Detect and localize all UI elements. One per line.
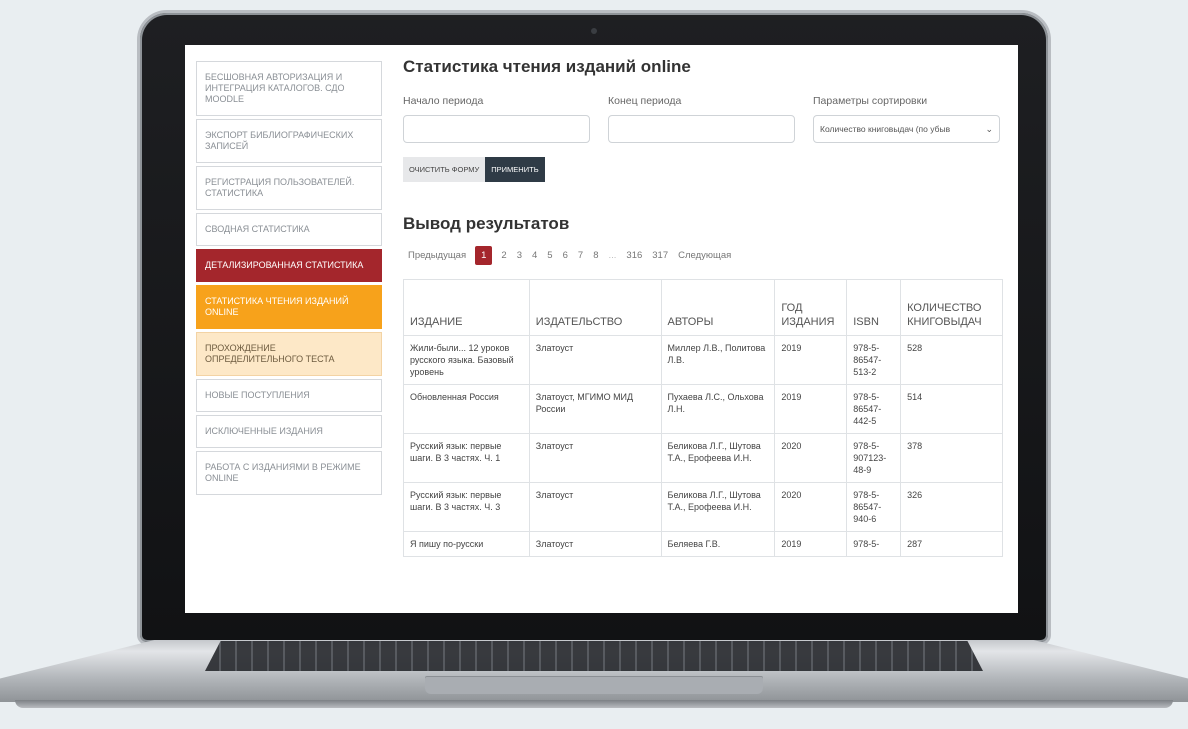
chevron-down-icon: ⌄ xyxy=(985,123,993,134)
cell-authors: Беликова Л.Г., Шутова Т.А., Ерофеева И.Н… xyxy=(660,482,776,532)
table-row: Обновленная Россия Златоуст, МГИМО МИД Р… xyxy=(403,384,1003,434)
cell-isbn: 978-5-86547-940-6 xyxy=(846,482,902,532)
cell-isbn: 978-5- xyxy=(846,531,902,557)
cell-authors: Пухаева Л.С., Ольхова Л.Н. xyxy=(660,384,776,434)
sidebar-item-registration[interactable]: Регистрация пользователей. Статистика xyxy=(196,166,382,210)
sidebar-item-moodle[interactable]: Бесшовная авторизация и интеграция катал… xyxy=(196,61,382,116)
sort-group: Параметры сортировки Количество книговыд… xyxy=(813,95,1000,143)
cell-title-link[interactable]: Обновленная Россия xyxy=(403,384,530,434)
end-period-group: Конец периода xyxy=(608,95,795,143)
col-header-count[interactable]: Количество книговыдач xyxy=(900,279,1003,336)
cell-publisher: Златоуст xyxy=(528,531,662,557)
pager-ellipsis: ... xyxy=(608,250,617,261)
cell-publisher: Златоуст xyxy=(528,335,662,385)
cell-authors: Миллер Л.В., Политова Л.В. xyxy=(660,335,776,385)
pager-page-7[interactable]: 7 xyxy=(573,246,588,265)
sidebar-item-online-reading-stats[interactable]: Статистика чтения изданий online xyxy=(196,285,382,329)
sidebar-item-detailed-stats[interactable]: Детализированная статистика xyxy=(196,249,382,282)
pager-page-317[interactable]: 317 xyxy=(647,246,673,265)
cell-year: 2019 xyxy=(774,531,848,557)
sidebar-item-summary-stats[interactable]: Сводная статистика xyxy=(196,213,382,246)
end-period-input[interactable] xyxy=(608,115,795,143)
col-header-publisher[interactable]: Издательство xyxy=(528,279,662,336)
pager-prev[interactable]: Предыдущая xyxy=(403,246,471,265)
cell-year: 2019 xyxy=(774,335,848,385)
sidebar-item-online-work[interactable]: Работа с изданиями в режиме online xyxy=(196,451,382,495)
table-row: Жили-были... 12 уроков русского языка. Б… xyxy=(403,335,1003,385)
sidebar-item-new-arrivals[interactable]: Новые поступления xyxy=(196,379,382,412)
clear-form-button[interactable]: Очистить форму xyxy=(403,157,486,182)
start-period-group: Начало периода xyxy=(403,95,590,143)
cell-count: 378 xyxy=(900,433,1003,483)
table-row: Я пишу по-русски Златоуст Беляева Г.В. 2… xyxy=(403,531,1003,557)
pager-next[interactable]: Следующая xyxy=(673,246,736,265)
sort-select-value: Количество книговыдач (по убыв xyxy=(820,124,951,134)
cell-year: 2020 xyxy=(774,433,848,483)
results-title: Вывод результатов xyxy=(403,214,570,233)
sort-label: Параметры сортировки xyxy=(813,95,928,107)
cell-count: 514 xyxy=(900,384,1003,434)
filter-form: Начало периода Конец периода Параметры с… xyxy=(403,95,1003,143)
pager-page-316[interactable]: 316 xyxy=(621,246,647,265)
col-header-isbn[interactable]: ISBN xyxy=(846,279,902,336)
col-header-title[interactable]: Издание xyxy=(403,279,530,336)
pager-page-2[interactable]: 2 xyxy=(496,246,511,265)
table-row: Русский язык: первые шаги. В 3 частях. Ч… xyxy=(403,433,1003,483)
results-table: Издание Издательство Авторы Год издания … xyxy=(403,279,1003,557)
sidebar-item-placement-test[interactable]: Прохождение определительного теста xyxy=(196,332,382,376)
pager-page-8[interactable]: 8 xyxy=(588,246,603,265)
main-content: Статистика чтения изданий online Начало … xyxy=(403,57,1003,557)
cell-year: 2019 xyxy=(774,384,848,434)
pager-page-4[interactable]: 4 xyxy=(527,246,542,265)
sort-select[interactable]: Количество книговыдач (по убыв ⌄ xyxy=(813,115,1000,143)
cell-title-link[interactable]: Я пишу по-русски xyxy=(403,531,530,557)
col-header-authors[interactable]: Авторы xyxy=(660,279,776,336)
end-period-label: Конец периода xyxy=(608,95,682,107)
cell-isbn: 978-5-86547-442-5 xyxy=(846,384,902,434)
cell-count: 528 xyxy=(900,335,1003,385)
form-buttons: Очистить форму Применить xyxy=(403,157,1003,182)
cell-title-link[interactable]: Жили-были... 12 уроков русского языка. Б… xyxy=(403,335,530,385)
pager-page-5[interactable]: 5 xyxy=(542,246,557,265)
table-row: Русский язык: первые шаги. В 3 частях. Ч… xyxy=(403,482,1003,532)
cell-authors: Беликова Л.Г., Шутова Т.А., Ерофеева И.Н… xyxy=(660,433,776,483)
pager-page-1[interactable]: 1 xyxy=(475,246,493,265)
start-period-input[interactable] xyxy=(403,115,590,143)
laptop-screen: Бесшовная авторизация и интеграция катал… xyxy=(185,45,1018,613)
cell-title-link[interactable]: Русский язык: первые шаги. В 3 частях. Ч… xyxy=(403,482,530,532)
cell-year: 2020 xyxy=(774,482,848,532)
cell-authors: Беляева Г.В. xyxy=(660,531,776,557)
cell-isbn: 978-5-907123-48-9 xyxy=(846,433,902,483)
sidebar-item-excluded[interactable]: Исключенные издания xyxy=(196,415,382,448)
col-header-year[interactable]: Год издания xyxy=(774,279,848,336)
cell-count: 287 xyxy=(900,531,1003,557)
table-header-row: Издание Издательство Авторы Год издания … xyxy=(403,279,1003,336)
keyboard xyxy=(205,641,983,671)
cell-isbn: 978-5-86547-513-2 xyxy=(846,335,902,385)
sidebar-menu: Бесшовная авторизация и интеграция катал… xyxy=(196,61,382,498)
cell-count: 326 xyxy=(900,482,1003,532)
cell-title-link[interactable]: Русский язык: первые шаги. В 3 частях. Ч… xyxy=(403,433,530,483)
sidebar-item-export[interactable]: Экспорт библиографических записей xyxy=(196,119,382,163)
pagination: Предыдущая 1 2 3 4 5 6 7 8 ... 316 317 С… xyxy=(403,246,1003,265)
cell-publisher: Златоуст xyxy=(528,433,662,483)
cell-publisher: Златоуст, МГИМО МИД России xyxy=(528,384,662,434)
pager-page-3[interactable]: 3 xyxy=(512,246,527,265)
pager-page-6[interactable]: 6 xyxy=(558,246,573,265)
trackpad xyxy=(425,676,763,694)
webcam-icon xyxy=(591,28,597,34)
page-title: Статистика чтения изданий online xyxy=(403,57,691,76)
start-period-label: Начало периода xyxy=(403,95,484,107)
cell-publisher: Златоуст xyxy=(528,482,662,532)
laptop-base-edge xyxy=(15,700,1173,708)
apply-button[interactable]: Применить xyxy=(485,157,545,182)
